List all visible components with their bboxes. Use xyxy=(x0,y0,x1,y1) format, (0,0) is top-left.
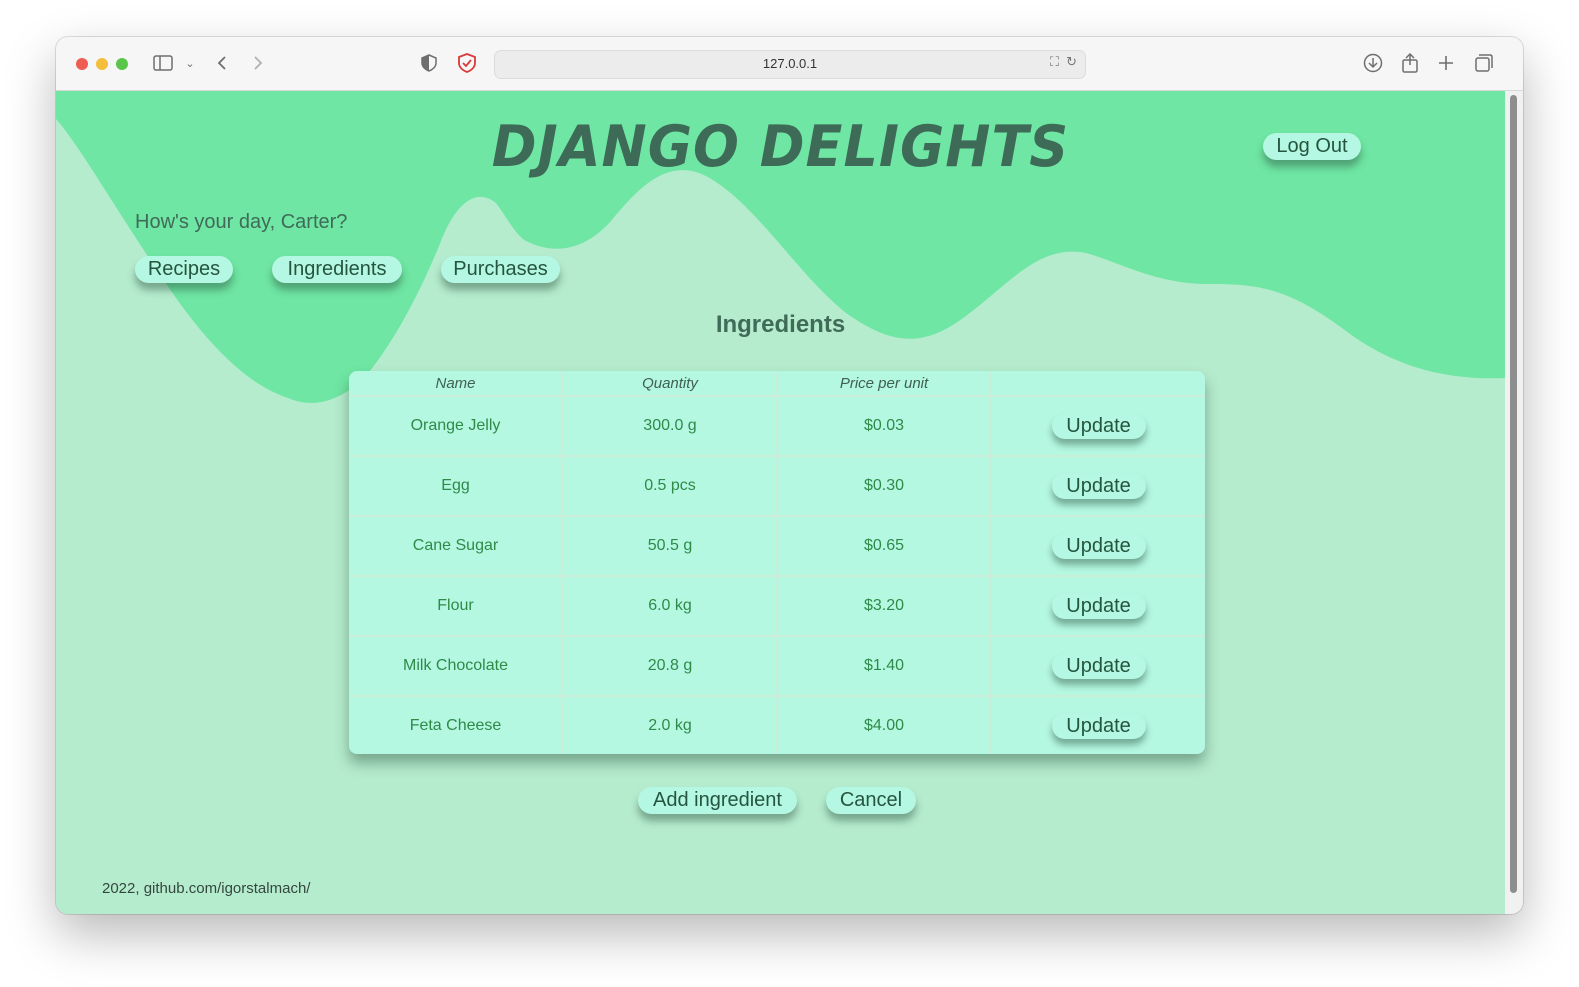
ingredient-price: $0.65 xyxy=(777,516,992,577)
update-button[interactable]: Update xyxy=(1051,593,1146,619)
update-button[interactable]: Update xyxy=(1051,473,1146,499)
ingredient-name: Orange Jelly xyxy=(349,396,564,457)
privacy-report-icon[interactable] xyxy=(457,51,477,75)
ingredient-quantity: 6.0 kg xyxy=(563,576,778,637)
cancel-button[interactable]: Cancel xyxy=(826,787,916,814)
tab-overview-icon[interactable] xyxy=(1474,51,1494,75)
table-row: Cane Sugar 50.5 g $0.65 Update xyxy=(349,516,1205,577)
logout-button[interactable]: Log Out xyxy=(1263,133,1361,160)
close-window-button[interactable] xyxy=(76,58,88,70)
update-cell: Update xyxy=(991,636,1205,697)
add-ingredient-button[interactable]: Add ingredient xyxy=(638,787,797,814)
page-content: DJANGO DELIGHTS Log Out How's your day, … xyxy=(56,91,1505,914)
ingredient-quantity: 300.0 g xyxy=(563,396,778,457)
column-header-actions xyxy=(991,371,1205,397)
table-row: Egg 0.5 pcs $0.30 Update xyxy=(349,456,1205,517)
reload-icon[interactable]: ↻ xyxy=(1066,55,1077,70)
table-header-row: Name Quantity Price per unit xyxy=(349,371,1205,397)
update-cell: Update xyxy=(991,696,1205,754)
forward-icon[interactable] xyxy=(250,51,266,75)
update-button[interactable]: Update xyxy=(1051,533,1146,559)
maximize-window-button[interactable] xyxy=(116,58,128,70)
update-cell: Update xyxy=(991,456,1205,517)
column-header-quantity: Quantity xyxy=(563,371,778,397)
update-button[interactable]: Update xyxy=(1051,413,1146,439)
ingredient-price: $1.40 xyxy=(777,636,992,697)
ingredient-name: Flour xyxy=(349,576,564,637)
minimize-window-button[interactable] xyxy=(96,58,108,70)
update-button[interactable]: Update xyxy=(1051,653,1146,679)
page-scrollbar[interactable] xyxy=(1505,91,1523,914)
ingredients-table: Name Quantity Price per unit Orange Jell… xyxy=(349,371,1205,754)
ingredient-price: $0.30 xyxy=(777,456,992,517)
nav-recipes-button[interactable]: Recipes xyxy=(135,256,233,283)
download-icon[interactable] xyxy=(1362,51,1384,75)
share-icon[interactable] xyxy=(1400,51,1420,75)
shield-icon[interactable] xyxy=(420,51,438,75)
sidebar-icon[interactable] xyxy=(152,51,174,75)
greeting-text: How's your day, Carter? xyxy=(135,211,348,233)
update-cell: Update xyxy=(991,576,1205,637)
chevron-down-icon[interactable]: ⌄ xyxy=(183,51,197,75)
update-cell: Update xyxy=(991,516,1205,577)
ingredient-quantity: 20.8 g xyxy=(563,636,778,697)
ingredient-name: Milk Chocolate xyxy=(349,636,564,697)
url-text: 127.0.0.1 xyxy=(762,56,818,71)
ingredient-price: $0.03 xyxy=(777,396,992,457)
table-row: Feta Cheese 2.0 kg $4.00 Update xyxy=(349,696,1205,754)
translate-icon[interactable]: ⛶ xyxy=(1050,55,1059,70)
update-cell: Update xyxy=(991,396,1205,457)
table-row: Flour 6.0 kg $3.20 Update xyxy=(349,576,1205,637)
ingredient-price: $3.20 xyxy=(777,576,992,637)
ingredient-quantity: 0.5 pcs xyxy=(563,456,778,517)
nav-ingredients-button[interactable]: Ingredients xyxy=(272,256,402,283)
table-row: Orange Jelly 300.0 g $0.03 Update xyxy=(349,396,1205,457)
address-bar[interactable]: 127.0.0.1 ⛶ ↻ xyxy=(494,50,1086,79)
table-row: Milk Chocolate 20.8 g $1.40 Update xyxy=(349,636,1205,697)
footer-text: 2022, github.com/igorstalmach/ xyxy=(102,880,311,897)
ingredient-name: Cane Sugar xyxy=(349,516,564,577)
ingredient-price: $4.00 xyxy=(777,696,992,754)
ingredient-quantity: 50.5 g xyxy=(563,516,778,577)
new-tab-icon[interactable] xyxy=(1436,51,1456,75)
page-title: Ingredients xyxy=(715,311,846,338)
update-button[interactable]: Update xyxy=(1051,713,1146,739)
column-header-name: Name xyxy=(349,371,564,397)
ingredient-name: Feta Cheese xyxy=(349,696,564,754)
column-header-price: Price per unit xyxy=(777,371,992,397)
back-icon[interactable] xyxy=(214,51,230,75)
browser-window: ⌄ 127.0.0.1 ⛶ ↻ DJANGO DELIGHTS Log Out … xyxy=(56,37,1523,914)
ingredient-quantity: 2.0 kg xyxy=(563,696,778,754)
browser-toolbar: ⌄ 127.0.0.1 ⛶ ↻ xyxy=(56,37,1523,91)
ingredient-name: Egg xyxy=(349,456,564,517)
nav-purchases-button[interactable]: Purchases xyxy=(441,256,560,283)
scrollbar-thumb[interactable] xyxy=(1510,95,1517,893)
